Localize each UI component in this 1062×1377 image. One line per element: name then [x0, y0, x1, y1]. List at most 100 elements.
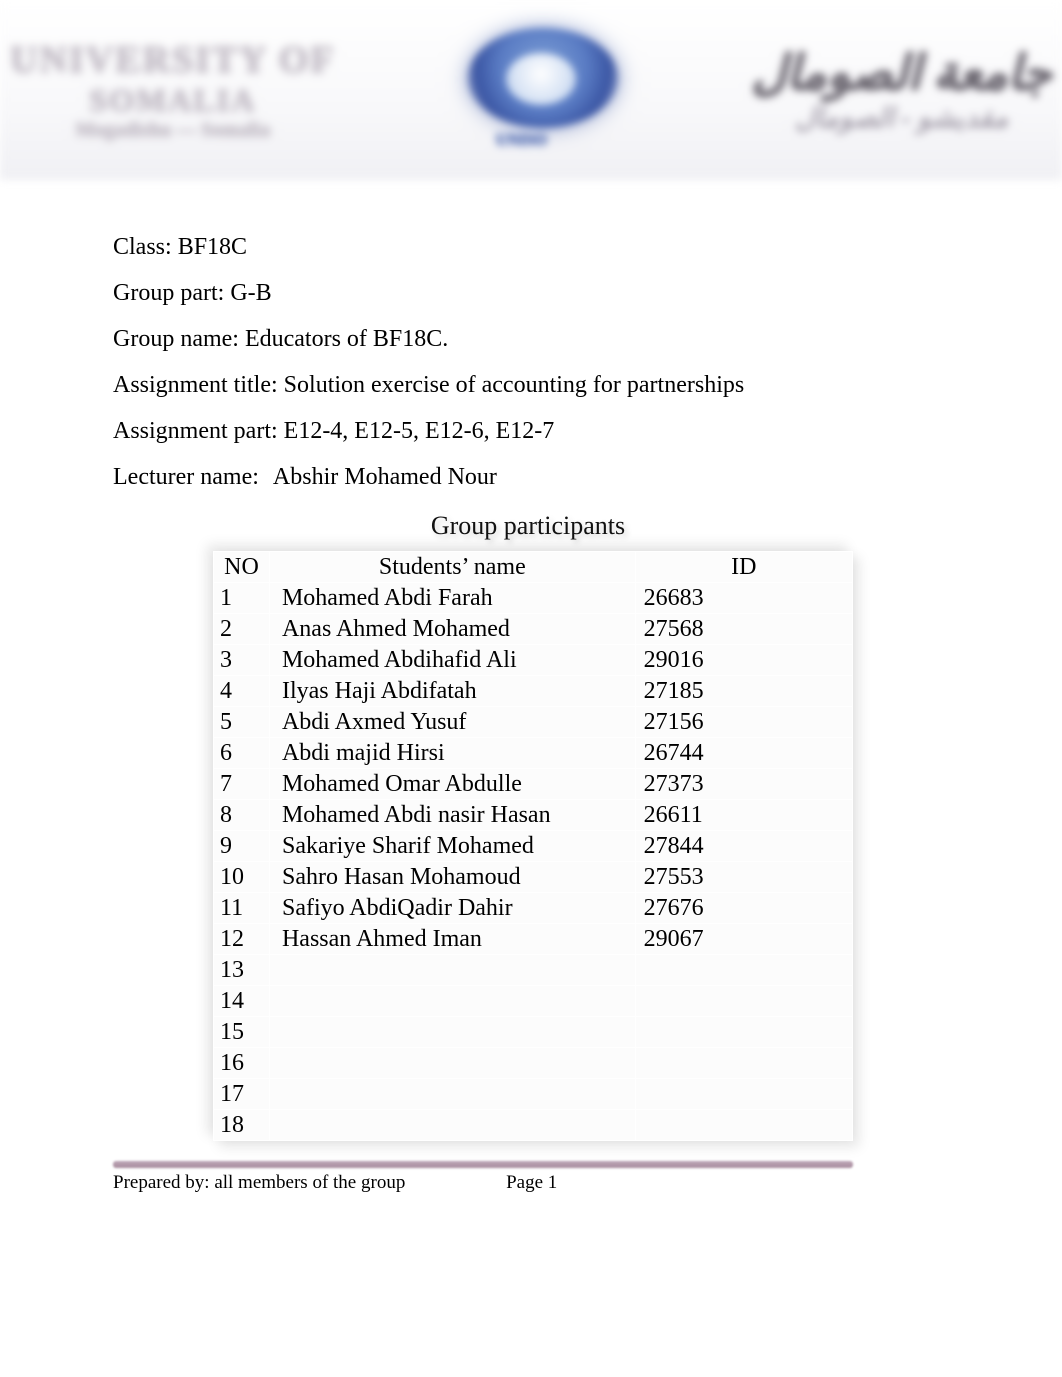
cell-student-id — [635, 1079, 852, 1110]
cell-student-name: Mohamed Abdi Farah — [269, 583, 635, 614]
header-en-line1: UNIVERSITY OF — [10, 38, 335, 82]
logo-tag: UNISO — [496, 132, 547, 150]
table-row: 13 — [214, 955, 853, 986]
cell-student-name: Sakariye Sharif Mohamed — [269, 831, 635, 862]
table-row: 7Mohamed Omar Abdulle27373 — [214, 769, 853, 800]
logo-center-icon — [506, 53, 576, 105]
cell-student-name — [269, 1110, 635, 1141]
page-label: Page — [506, 1172, 548, 1193]
group-part-line: Group part: G-B — [113, 281, 953, 305]
table-row: 3Mohamed Abdihafid Ali29016 — [214, 645, 853, 676]
class-line: Class: BF18C — [113, 235, 953, 259]
col-header-no: NO — [214, 552, 270, 583]
table-row: 14 — [214, 986, 853, 1017]
cell-no: 13 — [214, 955, 270, 986]
cell-student-name — [269, 1017, 635, 1048]
cell-no: 10 — [214, 862, 270, 893]
cell-student-name — [269, 1079, 635, 1110]
table-row: 16 — [214, 1048, 853, 1079]
university-name-ar: جامعة الصومال مقديشو - الصومال — [751, 45, 1052, 135]
cell-no: 14 — [214, 986, 270, 1017]
col-header-name: Students’ name — [269, 552, 635, 583]
table-row: 12Hassan Ahmed Iman29067 — [214, 924, 853, 955]
cell-no: 6 — [214, 738, 270, 769]
table-row: 6Abdi majid Hirsi26744 — [214, 738, 853, 769]
cell-student-name: Safiyo AbdiQadir Dahir — [269, 893, 635, 924]
table-header-row: NO Students’ name ID — [214, 552, 853, 583]
group-name-label: Group name: — [113, 326, 245, 352]
cell-student-id — [635, 955, 852, 986]
cell-student-id: 26744 — [635, 738, 852, 769]
lecturer-value: Abshir Mohamed Nour — [273, 464, 497, 490]
cell-student-id: 26611 — [635, 800, 852, 831]
group-name-line: Group name: Educators of BF18C. — [113, 327, 953, 351]
cell-student-id: 27373 — [635, 769, 852, 800]
cell-student-name: Mohamed Abdihafid Ali — [269, 645, 635, 676]
cell-student-name: Anas Ahmed Mohamed — [269, 614, 635, 645]
cell-no: 8 — [214, 800, 270, 831]
cell-student-id: 29016 — [635, 645, 852, 676]
page-number: 1 — [548, 1172, 558, 1193]
cell-student-id — [635, 1048, 852, 1079]
document-body: Class: BF18C Group part: G-B Group name:… — [0, 180, 953, 1141]
cell-student-id: 27156 — [635, 707, 852, 738]
cell-no: 16 — [214, 1048, 270, 1079]
cell-student-id: 27185 — [635, 676, 852, 707]
table-row: 9Sakariye Sharif Mohamed27844 — [214, 831, 853, 862]
table-row: 11Safiyo AbdiQadir Dahir27676 — [214, 893, 853, 924]
cell-no: 17 — [214, 1079, 270, 1110]
assignment-part-line: Assignment part: E12-4, E12-5, E12-6, E1… — [113, 419, 953, 443]
header-ar-line2: مقديشو - الصومال — [795, 101, 1008, 135]
cell-student-name: Mohamed Abdi nasir Hasan — [269, 800, 635, 831]
cell-no: 9 — [214, 831, 270, 862]
assignment-title-value: Solution exercise of accounting for part… — [284, 372, 745, 398]
table-row: 8Mohamed Abdi nasir Hasan26611 — [214, 800, 853, 831]
cell-student-name — [269, 955, 635, 986]
assignment-part-label: Assignment part: — [113, 418, 284, 444]
cell-student-name — [269, 1048, 635, 1079]
cell-student-name: Abdi Axmed Yusuf — [269, 707, 635, 738]
table-row: 17 — [214, 1079, 853, 1110]
cell-no: 3 — [214, 645, 270, 676]
lecturer-label: Lecturer name: — [113, 464, 259, 490]
group-name-value: Educators of BF18C. — [245, 326, 448, 352]
cell-student-name: Ilyas Haji Abdifatah — [269, 676, 635, 707]
cell-student-id — [635, 1110, 852, 1141]
assignment-part-value: E12-4, E12-5, E12-6, E12-7 — [284, 418, 555, 444]
cell-no: 2 — [214, 614, 270, 645]
participants-table-wrap: NO Students’ name ID 1Mohamed Abdi Farah… — [213, 551, 853, 1141]
table-row: 1Mohamed Abdi Farah26683 — [214, 583, 853, 614]
section-title-group-participants: Group participants — [431, 511, 625, 541]
footer-line: Prepared by: all members of the group Pa… — [113, 1172, 1062, 1194]
cell-student-id: 26683 — [635, 583, 852, 614]
table-row: 5Abdi Axmed Yusuf27156 — [214, 707, 853, 738]
footer-separator — [113, 1161, 853, 1168]
table-row: 2Anas Ahmed Mohamed27568 — [214, 614, 853, 645]
col-header-id: ID — [635, 552, 852, 583]
cell-no: 11 — [214, 893, 270, 924]
class-value: BF18C — [178, 234, 247, 260]
header-en-line3: Mogadishu — Somalia — [76, 119, 270, 142]
university-name-en: UNIVERSITY OF SOMALIA Mogadishu — Somali… — [10, 38, 335, 142]
document-page: UNIVERSITY OF SOMALIA Mogadishu — Somali… — [0, 0, 1062, 1377]
header-ar-line1: جامعة الصومال — [751, 45, 1052, 101]
letterhead-header: UNIVERSITY OF SOMALIA Mogadishu — Somali… — [0, 0, 1062, 180]
university-logo: UNISO — [456, 23, 631, 158]
cell-student-id: 29067 — [635, 924, 852, 955]
cell-student-name: Sahro Hasan Mohamoud — [269, 862, 635, 893]
cell-no: 1 — [214, 583, 270, 614]
class-label: Class: — [113, 234, 178, 260]
assignment-title-line: Assignment title: Solution exercise of a… — [113, 373, 953, 397]
table-row: 15 — [214, 1017, 853, 1048]
cell-student-name: Abdi majid Hirsi — [269, 738, 635, 769]
cell-student-name: Hassan Ahmed Iman — [269, 924, 635, 955]
cell-no: 12 — [214, 924, 270, 955]
table-row: 4Ilyas Haji Abdifatah27185 — [214, 676, 853, 707]
cell-student-id: 27568 — [635, 614, 852, 645]
cell-no: 18 — [214, 1110, 270, 1141]
group-part-label: Group part: — [113, 280, 230, 306]
prepared-by-value: all members of the group — [214, 1172, 405, 1193]
cell-student-id: 27844 — [635, 831, 852, 862]
group-part-value: G-B — [230, 280, 271, 306]
prepared-by-label: Prepared by: — [113, 1172, 214, 1193]
